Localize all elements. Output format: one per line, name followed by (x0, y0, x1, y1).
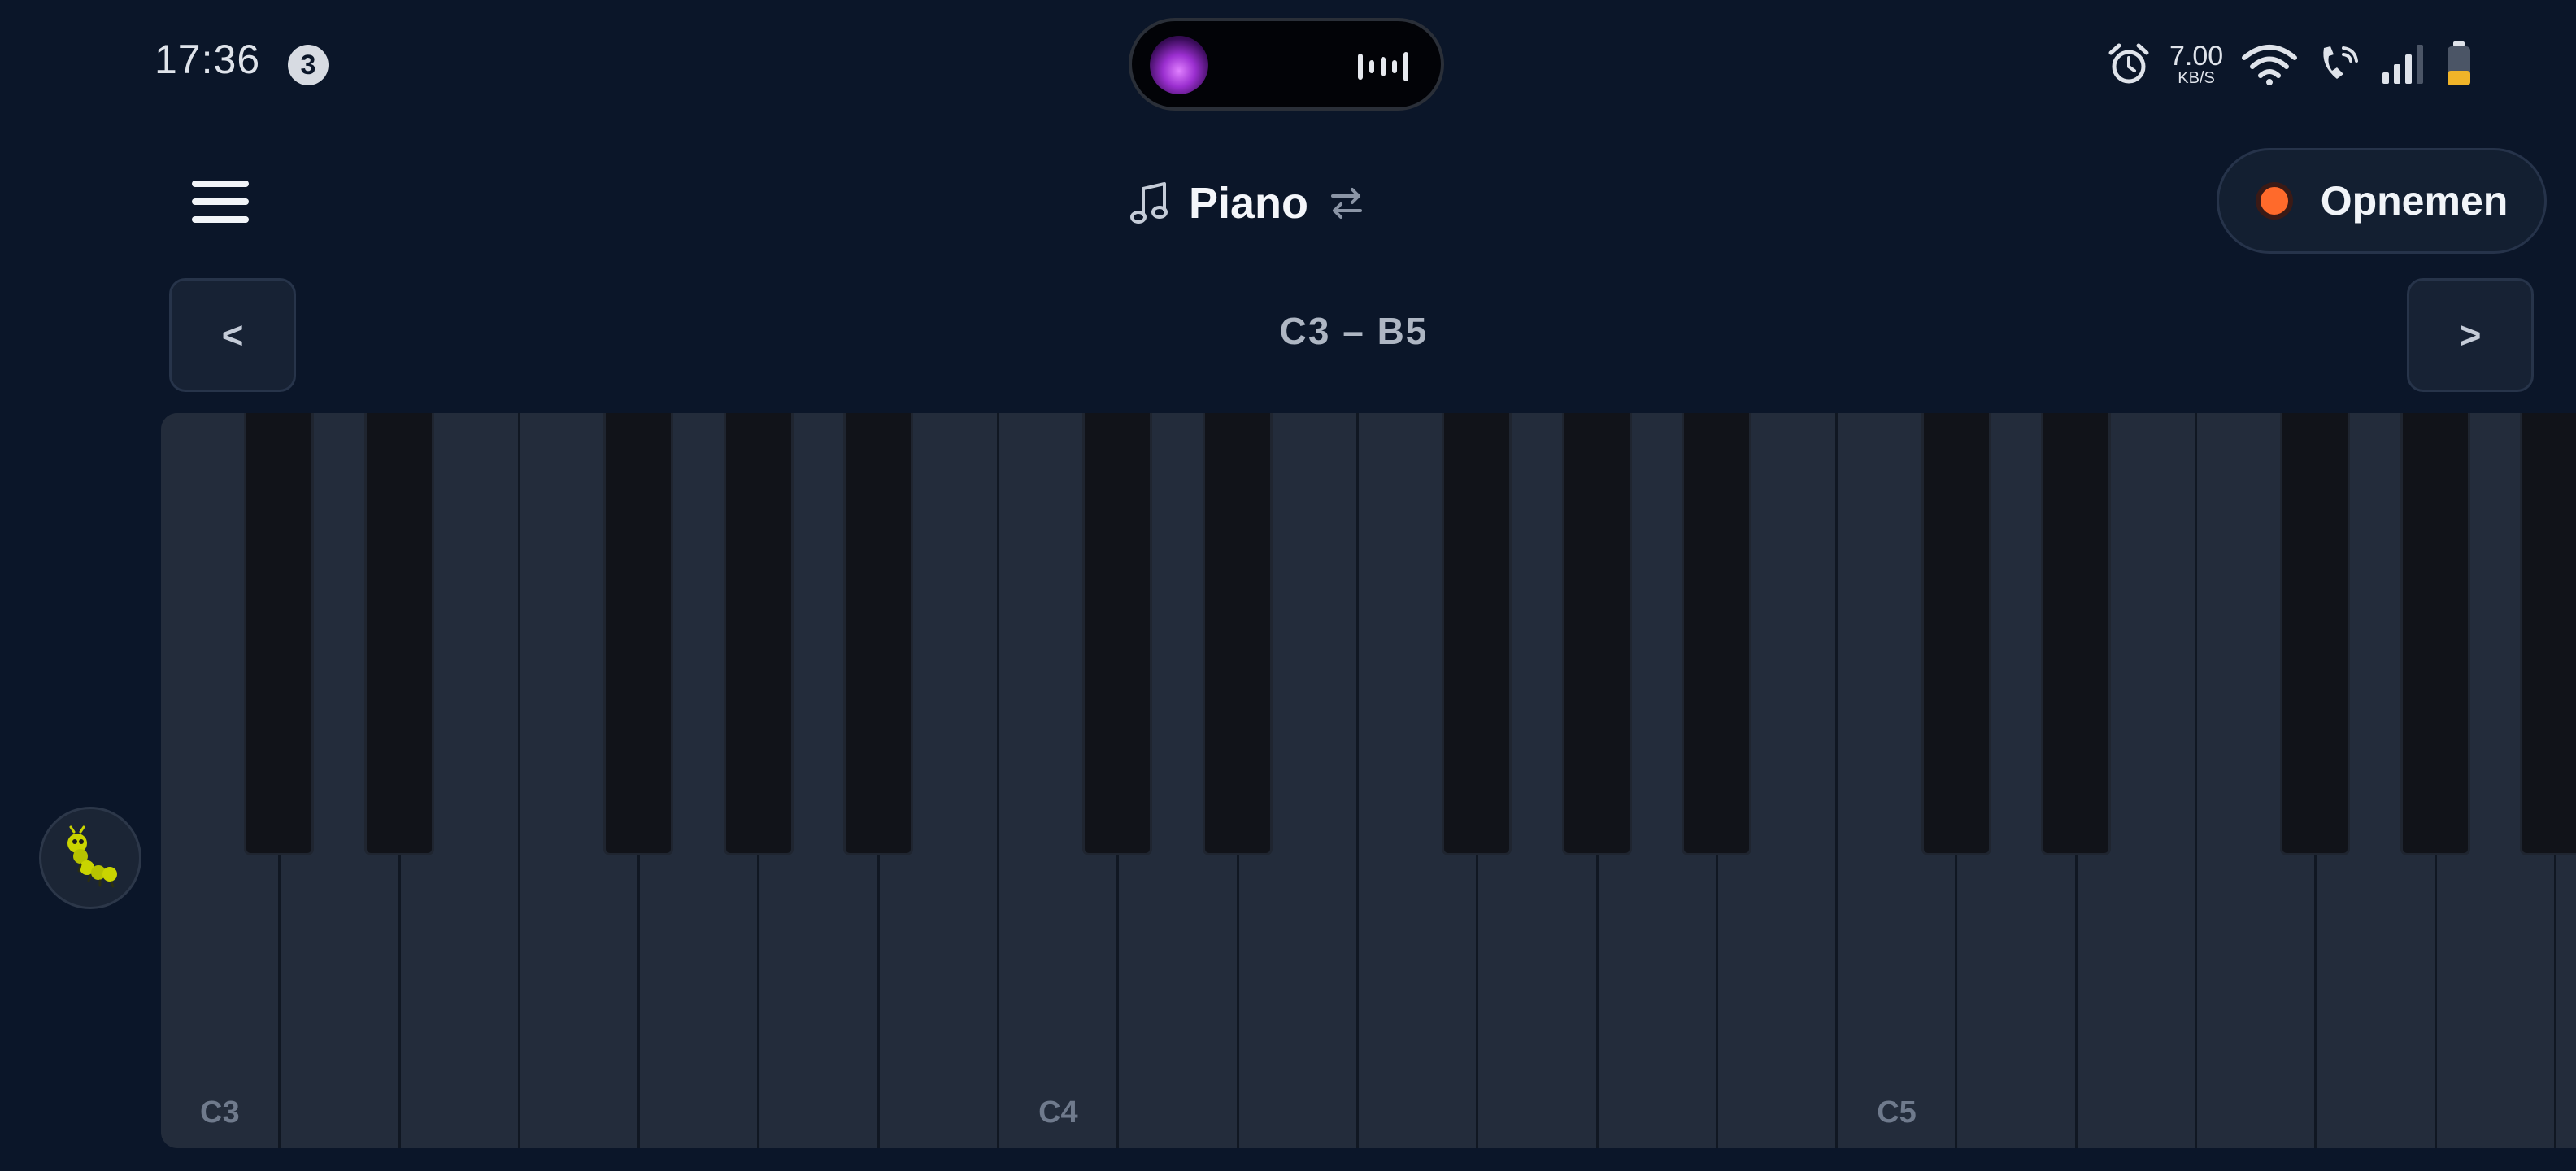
black-key-G#4[interactable] (1561, 413, 1632, 855)
menu-button[interactable] (189, 177, 254, 226)
black-key-C#4[interactable] (1082, 413, 1153, 855)
battery-icon (2448, 41, 2471, 85)
status-icons: 7.00 KB/S (2106, 36, 2475, 93)
alarm-icon (2108, 43, 2149, 84)
audio-waveform-icon (1358, 52, 1408, 81)
black-key-G#3[interactable] (723, 413, 794, 855)
album-art-thumbnail (1150, 36, 1208, 94)
black-key-A#5[interactable] (2520, 413, 2576, 855)
hamburger-menu-icon (192, 181, 249, 187)
black-key-D#5[interactable] (2040, 413, 2111, 855)
black-key-D#4[interactable] (1202, 413, 1273, 855)
key-label: C3 (200, 1095, 240, 1130)
feedback-bug-button[interactable] (39, 807, 141, 909)
black-key-A#4[interactable] (1681, 413, 1751, 855)
wifi-call-icon (2323, 46, 2359, 79)
swap-arrows-icon[interactable] (1328, 185, 1365, 222)
black-key-C#5[interactable] (1921, 413, 1991, 855)
record-dot-icon (2255, 182, 2293, 220)
wifi-icon (2242, 45, 2298, 85)
status-time: 17:36 (154, 37, 261, 82)
music-note-icon (1130, 182, 1168, 224)
network-speed-unit: KB/S (2178, 69, 2215, 87)
key-label: C4 (1038, 1095, 1078, 1130)
black-key-F#5[interactable] (2280, 413, 2351, 855)
network-speed-value: 7.00 (2169, 41, 2224, 72)
instrument-title: Piano (1189, 179, 1309, 228)
black-key-F#3[interactable] (603, 413, 674, 855)
black-key-A#3[interactable] (842, 413, 913, 855)
octave-range-label: C3 – B5 (1279, 310, 1429, 352)
piano-keyboard: C3 C4 C5 (161, 413, 2576, 1148)
black-key-G#5[interactable] (2400, 413, 2470, 855)
prev-octave-button[interactable]: < (169, 278, 296, 392)
record-label: Opnemen (2320, 178, 2509, 224)
caterpillar-icon (67, 825, 117, 888)
next-octave-button[interactable]: > (2407, 278, 2534, 392)
black-key-C#3[interactable] (244, 413, 315, 855)
key-label: C5 (1877, 1095, 1917, 1130)
black-key-D#3[interactable] (363, 413, 434, 855)
instrument-selector[interactable]: Piano (1130, 172, 1365, 234)
notification-count-badge: 3 (288, 45, 329, 85)
media-island[interactable] (1129, 18, 1444, 111)
record-button[interactable]: Opnemen (2217, 148, 2547, 254)
signal-icon (2382, 45, 2424, 84)
black-key-F#4[interactable] (1442, 413, 1512, 855)
network-speed: 7.00 KB/S (2169, 42, 2223, 86)
